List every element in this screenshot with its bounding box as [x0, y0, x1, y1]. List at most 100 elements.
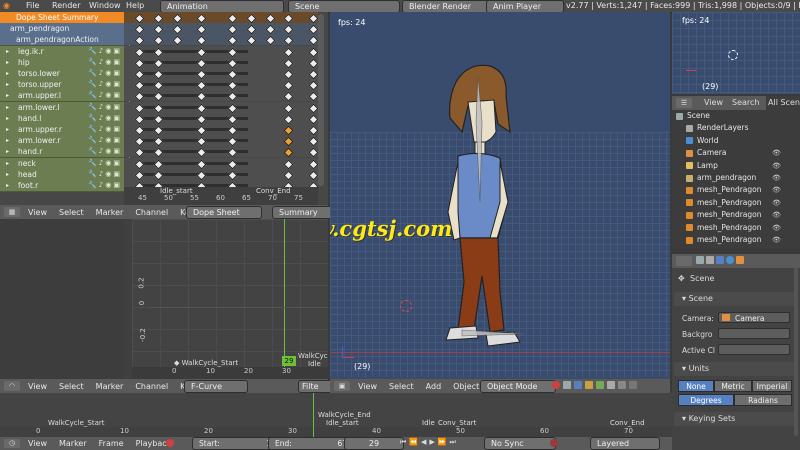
next-key-icon[interactable]: ⏩ — [438, 438, 447, 447]
channel-toggle-icons[interactable]: 🔧♪◉▣ — [88, 180, 122, 191]
render-tab-icon[interactable] — [696, 256, 704, 264]
outliner-item-mesh-pendragon[interactable]: mesh_Pendragon 👁 — [686, 209, 800, 221]
unit-imperial-button[interactable]: Imperial — [752, 380, 792, 392]
character-figure[interactable] — [428, 62, 538, 362]
channel-toggle-icons[interactable]: 🔧♪◉▣ — [88, 102, 122, 113]
menu-channel[interactable]: Channel — [135, 382, 168, 391]
menu-view[interactable]: View — [358, 382, 377, 391]
unit-none-button[interactable]: None — [678, 380, 714, 392]
auto-key-icon[interactable] — [550, 439, 558, 447]
graph-plot-area[interactable] — [132, 219, 328, 367]
expand-triangle-icon[interactable]: ▸ — [6, 135, 9, 146]
dopesheet-row-head[interactable]: head 🔧♪◉▣ ▸ — [0, 168, 124, 181]
outliner-item-mesh-pendragon[interactable]: mesh_Pendragon 👁 — [686, 222, 800, 234]
menu-select[interactable]: Select — [389, 382, 414, 391]
record-icon[interactable] — [166, 439, 174, 447]
menu-view[interactable]: View — [28, 382, 47, 391]
menu-select[interactable]: Select — [59, 382, 84, 391]
expand-triangle-icon[interactable]: ▸ — [6, 180, 9, 191]
graph-xruler[interactable]: 0 10 20 30 — [132, 367, 328, 379]
dopesheet-row-torso-lower[interactable]: torso.lower 🔧♪◉▣ ▸ — [0, 68, 124, 80]
dopesheet-row-foot-r[interactable]: foot.r 🔧♪◉▣ ▸ — [0, 180, 124, 192]
background-field[interactable] — [718, 328, 790, 339]
outliner-tab-search[interactable]: Search — [732, 98, 759, 107]
timeline-marker-walkcycle-end[interactable]: WalkCycle_End — [318, 411, 371, 419]
keying-mode-select[interactable]: Layered — [590, 437, 660, 450]
outliner-item-arm-pendragon[interactable]: arm_pendragon 👁 — [686, 172, 800, 184]
dopesheet-row-arm-pendragon[interactable]: arm_pendragon — [0, 23, 124, 36]
object-tab-icon[interactable] — [736, 256, 744, 264]
menu-marker[interactable]: Marker — [96, 382, 124, 391]
visibility-eye-icon[interactable]: 👁 — [772, 147, 781, 159]
expand-triangle-icon[interactable]: ▸ — [6, 79, 9, 90]
editor-type-icon[interactable]: ▦ — [4, 207, 20, 217]
active-clip-field[interactable] — [718, 344, 790, 355]
jump-end-icon[interactable]: ⏭ — [450, 438, 456, 447]
units-panel-header[interactable]: ▾ Units — [674, 362, 798, 376]
viewport-shading-icons[interactable] — [552, 381, 666, 391]
expand-triangle-icon[interactable]: ▸ — [6, 57, 9, 68]
shading-icon[interactable] — [552, 381, 560, 389]
menu-channel[interactable]: Channel — [135, 208, 168, 217]
expand-triangle-icon[interactable]: ▸ — [6, 169, 9, 180]
outliner-item-mesh-pendragon[interactable]: mesh_Pendragon 👁 — [686, 234, 800, 246]
dopesheet-row-leg-ik-r[interactable]: leg.ik.r 🔧♪◉▣ ▸ — [0, 45, 124, 58]
channel-toggle-icons[interactable]: 🔧♪◉▣ — [88, 68, 122, 79]
menu-help[interactable]: Help — [126, 0, 144, 12]
summary-toggle[interactable]: Summary — [272, 206, 334, 219]
viewport-3d[interactable]: fps: 24 (29) www.cgtsj.com — [330, 12, 670, 379]
layers-tab-icon[interactable] — [706, 256, 714, 264]
editor-type-icon[interactable] — [676, 256, 692, 266]
outliner-item-camera[interactable]: Camera 👁 — [686, 147, 800, 159]
start-frame-field[interactable]: Start: 1 — [192, 437, 278, 450]
dopesheet-row-hand-r[interactable]: hand.r 🔧♪◉▣ ▸ — [0, 146, 124, 159]
keying-sets-panel-header[interactable]: ▾ Keying Sets — [674, 412, 798, 426]
timeline[interactable]: WalkCycle_Start WalkCycle_End Idle_start… — [0, 393, 672, 437]
menu-marker[interactable]: Marker — [59, 439, 87, 448]
dopesheet-scrollbar[interactable] — [318, 14, 324, 186]
dopesheet-mode-select[interactable]: Dope Sheet — [186, 206, 262, 219]
menu-render[interactable]: Render — [52, 0, 80, 12]
current-frame-field[interactable]: 29 — [344, 437, 404, 450]
timeline-marker-idle[interactable]: Idle — [422, 419, 435, 427]
rotation-degrees-button[interactable]: Degrees — [678, 394, 734, 406]
expand-triangle-icon[interactable]: ▸ — [6, 124, 9, 135]
menu-view[interactable]: View — [28, 208, 47, 217]
channel-toggle-icons[interactable]: 🔧♪◉▣ — [88, 169, 122, 180]
menu-view[interactable]: View — [28, 439, 47, 448]
outliner-item-world[interactable]: World — [686, 135, 800, 147]
outliner-item-mesh-pendragon[interactable]: mesh_Pendragon 👁 — [686, 197, 800, 209]
dopesheet-row-arm-upper-r[interactable]: arm.upper.r 🔧♪◉▣ ▸ — [0, 124, 124, 136]
graph-frame-line[interactable] — [284, 219, 285, 367]
editor-type-icon[interactable]: ◷ — [4, 439, 20, 448]
visibility-eye-icon[interactable]: 👁 — [772, 234, 781, 246]
channel-toggle-icons[interactable]: 🔧♪◉▣ — [88, 158, 122, 169]
channel-toggle-icons[interactable]: 🔧♪◉▣ — [88, 90, 122, 101]
visibility-eye-icon[interactable]: 👁 — [772, 222, 781, 234]
dopesheet-row-arm-upper-l[interactable]: arm.upper.l 🔧♪◉▣ ▸ — [0, 90, 124, 103]
prev-key-icon[interactable]: ⏪ — [409, 438, 418, 447]
dopesheet-row-arm-pendragonaction[interactable]: arm_pendragonAction — [0, 34, 124, 47]
expand-triangle-icon[interactable]: ▸ — [6, 146, 9, 157]
expand-triangle-icon[interactable]: ▸ — [6, 46, 9, 57]
visibility-eye-icon[interactable]: 👁 — [772, 172, 781, 184]
outliner-tab-view[interactable]: View — [704, 98, 723, 107]
editor-type-icon[interactable]: ◠ — [4, 381, 20, 391]
expand-triangle-icon[interactable]: ▸ — [6, 102, 9, 113]
editor-type-icon[interactable]: ☰ — [676, 98, 692, 108]
dopesheet-row-arm-lower-r[interactable]: arm.lower.r 🔧♪◉▣ ▸ — [0, 135, 124, 148]
dopesheet-marker-conv-end[interactable]: Conv_End — [256, 187, 291, 195]
play-reverse-icon[interactable]: ◀ — [421, 438, 426, 447]
rotation-radians-button[interactable]: Radians — [734, 394, 792, 406]
outliner-item-lamp[interactable]: Lamp 👁 — [686, 160, 800, 172]
menu-file[interactable]: File — [26, 0, 39, 12]
timeline-marker-idle-start[interactable]: Idle_start — [326, 419, 359, 427]
outliner-item-mesh-pendragon[interactable]: mesh_Pendragon 👁 — [686, 184, 800, 196]
visibility-eye-icon[interactable]: 👁 — [772, 197, 781, 209]
channel-toggle-icons[interactable]: 🔧♪◉▣ — [88, 79, 122, 90]
expand-triangle-icon[interactable]: ▸ — [6, 68, 9, 79]
channel-toggle-icons[interactable]: 🔧♪◉▣ — [88, 146, 122, 157]
dopesheet-marker-idle-start[interactable]: Idle_start — [160, 187, 193, 195]
rotate-icon[interactable] — [596, 381, 604, 389]
channel-toggle-icons[interactable]: 🔧♪◉▣ — [88, 113, 122, 124]
